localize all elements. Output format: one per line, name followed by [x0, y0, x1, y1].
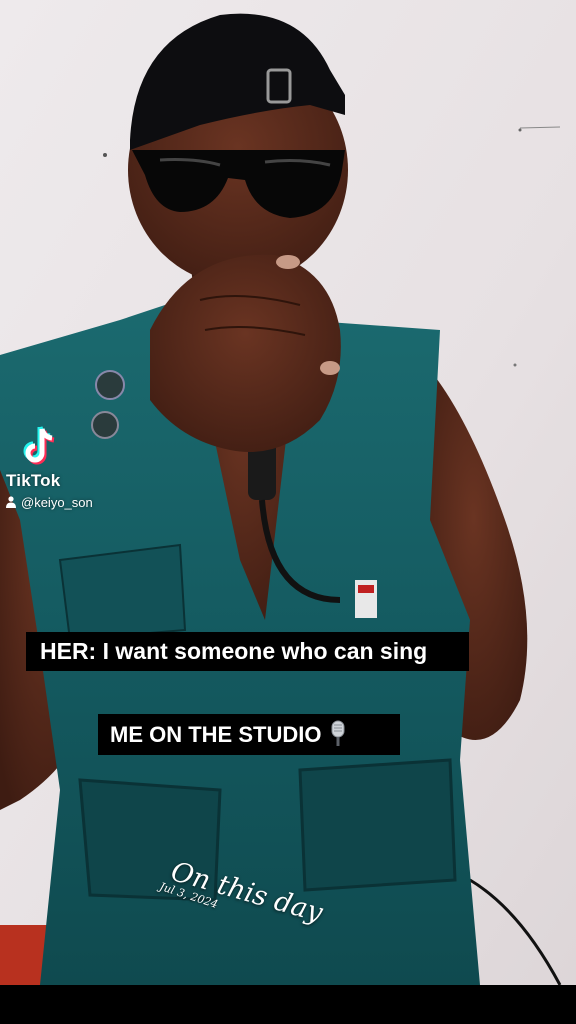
- caption-line-2-text: ME ON THE STUDIO: [110, 722, 322, 747]
- tiktok-watermark: TikTok @keiyo_son: [6, 425, 126, 515]
- letterbox-bar: [0, 985, 576, 1024]
- username-text: @keiyo_son: [21, 495, 93, 510]
- person-icon: [6, 496, 16, 508]
- tiktok-username: @keiyo_son: [6, 495, 93, 510]
- video-frame: TikTok @keiyo_son HER: I want someone wh…: [0, 0, 576, 985]
- caption-line-2: ME ON THE STUDIO: [98, 714, 400, 755]
- caption-line-1: HER: I want someone who can sing: [26, 632, 469, 671]
- tiktok-note-icon: [23, 426, 55, 465]
- tiktok-brand-label: TikTok: [6, 471, 61, 490]
- microphone-icon: [331, 720, 345, 746]
